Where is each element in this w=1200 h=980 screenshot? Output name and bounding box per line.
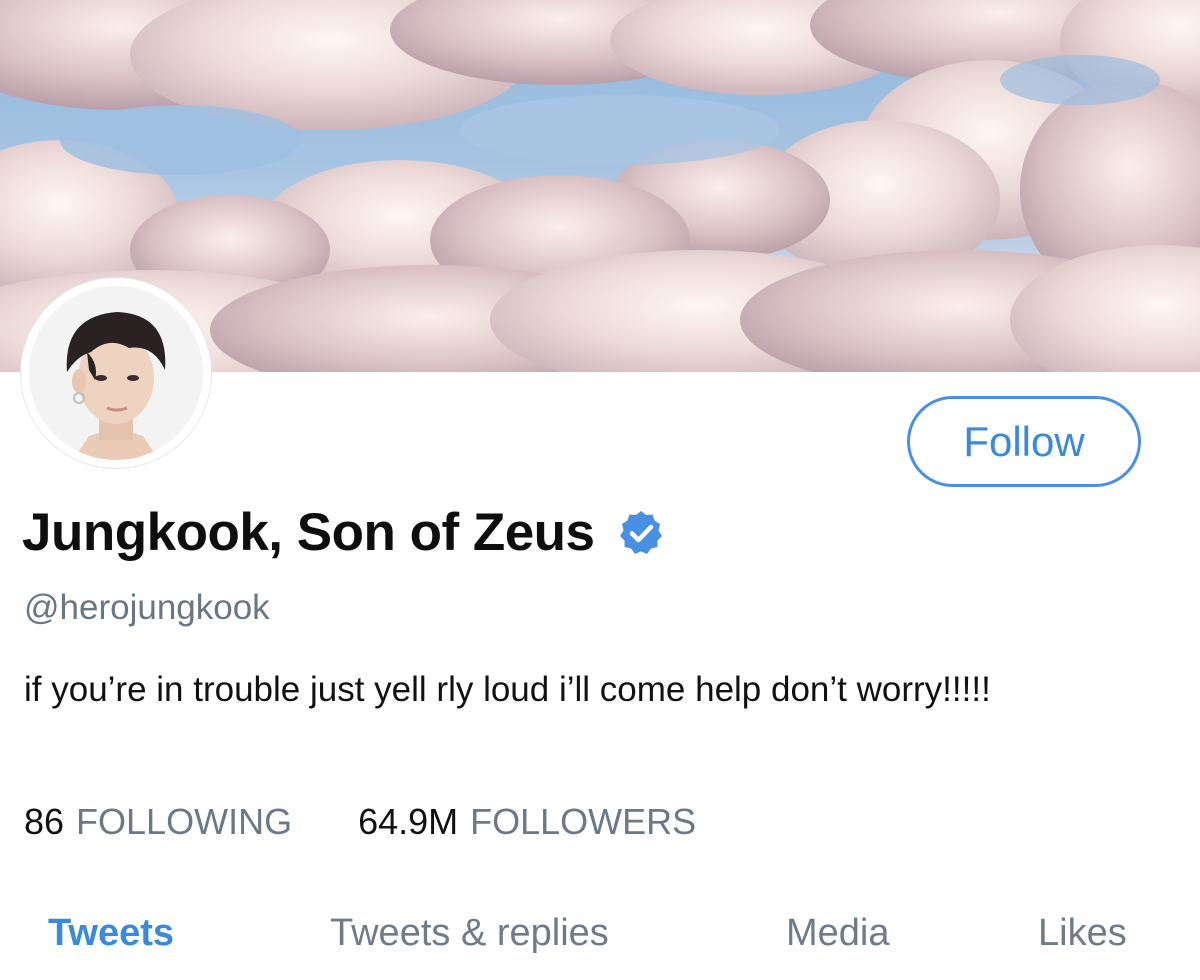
followers-label: FOLLOWERS [470, 801, 697, 842]
profile-name-row: Jungkook, Son of Zeus [22, 506, 665, 559]
tab-tweets-and-replies[interactable]: Tweets & replies [330, 906, 609, 960]
profile-handle: @herojungkook [24, 588, 270, 627]
profile-bio: if you’re in trouble just yell rly loud … [24, 670, 991, 709]
following-label: FOLLOWING [76, 801, 293, 842]
profile-stats: 86 FOLLOWING 64.9M FOLLOWERS [24, 800, 696, 844]
profile-photo-icon [29, 286, 203, 460]
following-count: 86 [24, 801, 65, 842]
followers-stat[interactable]: 64.9M FOLLOWERS [358, 800, 696, 844]
tab-media[interactable]: Media [786, 906, 890, 960]
profile-tabs: Tweets Tweets & replies Media Likes [0, 906, 1200, 966]
verified-badge-icon [619, 510, 662, 554]
tab-tweets[interactable]: Tweets [48, 906, 174, 960]
follow-button[interactable]: Follow [907, 396, 1141, 487]
followers-count: 64.9M [358, 801, 459, 842]
follow-button-label: Follow [963, 417, 1085, 465]
avatar-image [29, 286, 203, 460]
tab-likes[interactable]: Likes [1038, 906, 1127, 960]
following-stat[interactable]: 86 FOLLOWING [24, 800, 292, 844]
display-name: Jungkook, Son of Zeus [22, 503, 595, 562]
profile-avatar[interactable] [21, 278, 211, 468]
